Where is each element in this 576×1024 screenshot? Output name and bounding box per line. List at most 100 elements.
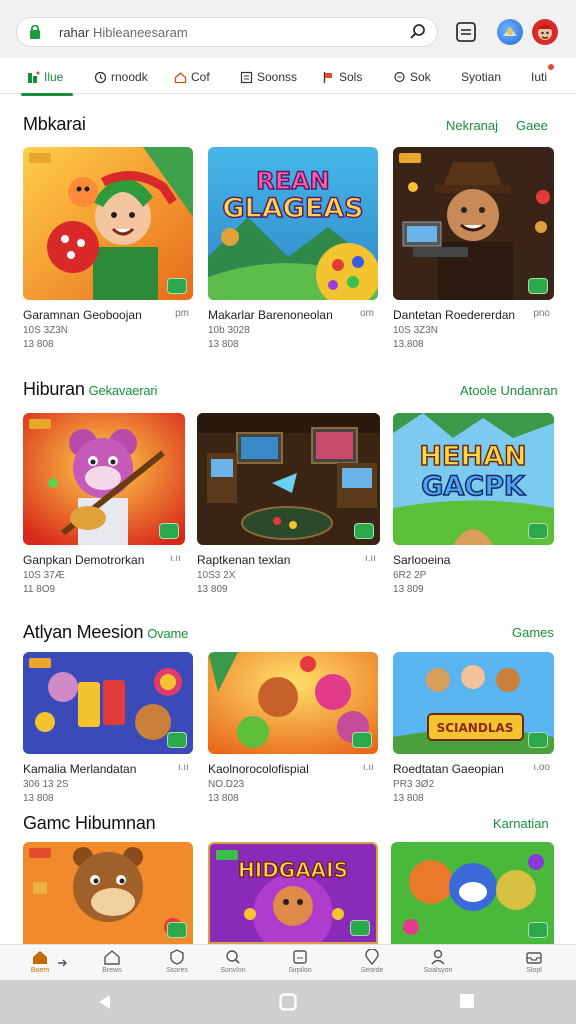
tab-grid[interactable]: Soonss xyxy=(240,67,297,87)
card-meta: ı.ıı xyxy=(169,553,181,564)
user-icon xyxy=(431,949,445,965)
grid-icon xyxy=(240,71,253,83)
card-title: Kaolnorocolofispial ı.ıı xyxy=(208,762,374,776)
bottom-nav-label: Sonvlon xyxy=(220,967,246,974)
play-icon[interactable] xyxy=(528,922,548,938)
game-thumbnail[interactable] xyxy=(197,413,380,545)
bottom-nav-label: Boem xyxy=(30,967,50,974)
search-icon[interactable] xyxy=(409,23,427,41)
arrow-icon xyxy=(58,959,67,967)
bottom-nav-brews[interactable]: Brews xyxy=(92,949,132,979)
tag-badge xyxy=(29,419,51,429)
card-info: 13 808 xyxy=(23,793,54,804)
back-icon[interactable] xyxy=(96,993,114,1011)
bottom-nav-sirpilon[interactable]: Sirpilon xyxy=(280,949,320,979)
bottom-nav-ssores[interactable]: Ssores xyxy=(157,949,197,979)
tabs-icon[interactable] xyxy=(455,21,477,43)
play-icon[interactable] xyxy=(354,523,374,539)
game-card[interactable] xyxy=(23,842,193,944)
game-thumbnail[interactable]: REAN GLAGEAS xyxy=(208,147,378,300)
game-card[interactable]: Raptkenan texlan ı.ıı 10S3 2X 13 809 xyxy=(197,413,380,595)
card-title: Sarlooeina xyxy=(393,553,451,567)
card-meta: om xyxy=(360,308,374,319)
play-icon[interactable] xyxy=(350,920,370,936)
home-button-icon[interactable] xyxy=(279,993,297,1011)
section-title: Atlyan Meesion Ovame xyxy=(23,622,189,642)
tag-badge xyxy=(399,153,421,163)
tab-flag[interactable]: Sols xyxy=(322,67,362,87)
section-title: Hiburan Gekavaerari xyxy=(23,379,158,399)
section-link[interactable]: Nekranaj xyxy=(446,118,498,133)
game-thumbnail[interactable]: HEHAN GACPK xyxy=(393,413,554,545)
play-icon[interactable] xyxy=(528,523,548,539)
play-icon[interactable] xyxy=(352,732,372,748)
card-title: Kamalia Merlandatan ı.ıı xyxy=(23,762,189,776)
bottom-nav-label: Soalsyon xyxy=(423,967,453,974)
play-icon[interactable] xyxy=(159,523,179,539)
game-card[interactable]: Dantetan Roedererdan pno 10S 3Z3N 13.808 xyxy=(393,147,554,350)
game-thumbnail[interactable] xyxy=(23,413,185,545)
game-card[interactable]: SCIANDLAS Roedtatan Gaeopian ı.oo PR3 3Ø2… xyxy=(393,652,554,804)
bottom-nav-seorde[interactable]: Seorde xyxy=(352,949,392,979)
game-thumbnail[interactable]: SCIANDLAS xyxy=(393,652,554,754)
game-card[interactable] xyxy=(391,842,554,944)
section-see-all-link[interactable]: Games xyxy=(512,625,554,640)
tab-notifications[interactable]: Iuti xyxy=(531,64,554,87)
browser-profile-icon[interactable] xyxy=(497,19,523,45)
bottom-nav-home[interactable]: Boem xyxy=(20,949,60,979)
home-icon xyxy=(33,951,47,964)
game-card[interactable]: Ganpkan Demotrorkan ı.ıı 10S 37Æ 11 8O9 xyxy=(23,413,185,595)
flag-icon xyxy=(323,71,332,83)
tab-syotian[interactable]: Syotian xyxy=(461,67,501,87)
bottom-nav-label: Sirpilon xyxy=(288,967,312,974)
bottom-nav-label: Brews xyxy=(102,967,122,974)
card-meta: ı.ıı xyxy=(364,553,376,564)
play-icon[interactable] xyxy=(528,278,548,294)
section-see-all-link[interactable]: Karnatian xyxy=(493,816,549,831)
category-nav: Ilue rnoodk Cof Soonss Sols Sok Syotian … xyxy=(0,58,576,96)
section-see-all-link[interactable]: Gaee xyxy=(516,118,548,133)
card-info: 13.808 xyxy=(393,339,424,350)
game-thumbnail[interactable]: HIDGAAIS xyxy=(208,842,378,944)
section-title: Mbkarai xyxy=(23,114,86,134)
game-thumbnail[interactable] xyxy=(208,652,378,754)
address-bar[interactable]: rahar Hibleaneesaram xyxy=(16,17,438,47)
card-title: Makarlar Barenoneolan om xyxy=(208,308,374,322)
game-thumbnail[interactable] xyxy=(393,147,554,300)
avatar-icon[interactable] xyxy=(532,19,558,45)
section-subtitle: Gekavaerari xyxy=(88,383,158,398)
game-card[interactable]: HIDGAAIS xyxy=(208,842,378,944)
recents-icon[interactable] xyxy=(459,993,475,1009)
tab-label: Iuti xyxy=(531,70,548,84)
card-info: 13 808 xyxy=(208,339,239,350)
tab-home[interactable]: Ilue xyxy=(20,67,74,96)
bottom-nav-soalsyon[interactable]: Soalsyon xyxy=(418,949,458,979)
play-icon[interactable] xyxy=(167,922,187,938)
play-icon[interactable] xyxy=(528,732,548,748)
card-info: 10S 37Æ xyxy=(23,570,65,581)
card-title: Ganpkan Demotrorkan ı.ıı xyxy=(23,553,181,567)
tab-chat[interactable]: Sok xyxy=(393,67,431,87)
game-thumbnail[interactable] xyxy=(391,842,554,944)
tab-house[interactable]: Cof xyxy=(174,67,210,87)
game-thumbnail[interactable] xyxy=(23,652,193,754)
bottom-nav-label: Slopl xyxy=(526,967,542,974)
game-card[interactable]: Kamalia Merlandatan ı.ıı 306 13 2S 13 808 xyxy=(23,652,193,804)
tag-badge xyxy=(29,848,51,858)
card-meta: ı.oo xyxy=(533,762,550,773)
tab-clock[interactable]: rnoodk xyxy=(94,67,148,87)
bottom-nav-slopl[interactable]: Slopl xyxy=(514,949,554,979)
play-icon[interactable] xyxy=(167,278,187,294)
card-info: PR3 3Ø2 xyxy=(393,779,435,790)
tag-badge xyxy=(29,658,51,668)
game-thumbnail[interactable] xyxy=(23,147,193,300)
game-card[interactable]: REAN GLAGEAS Makarlar Barenoneolan om 10b… xyxy=(208,147,378,350)
game-card[interactable]: Kaolnorocolofispial ı.ıı NO.D23 13 808 xyxy=(208,652,378,804)
section-see-all-link[interactable]: Atoole Undanran xyxy=(460,383,558,398)
game-card[interactable]: Garamnan Geoboojan pm 10S 3Z3N 13 808 xyxy=(23,147,193,350)
game-thumbnail[interactable] xyxy=(23,842,193,944)
bottom-nav-search[interactable]: Sonvlon xyxy=(213,949,253,979)
play-icon[interactable] xyxy=(167,732,187,748)
house-icon xyxy=(104,950,120,965)
game-card[interactable]: HEHAN GACPK Sarlooeina 6R2 2P 13 809 xyxy=(393,413,554,595)
